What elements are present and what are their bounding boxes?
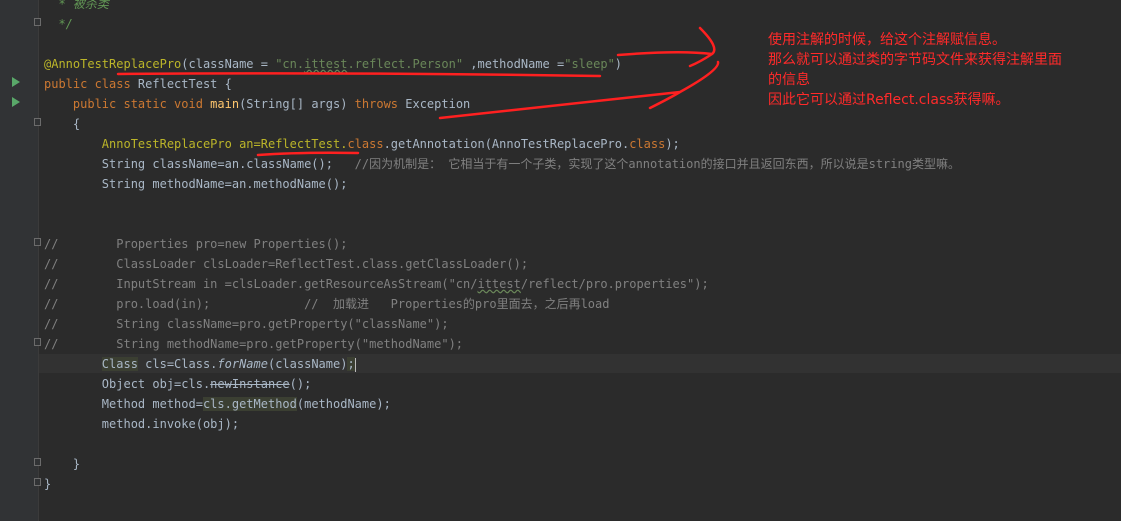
note-line: 因此它可以通过Reflect.class获得嘛。 [768, 92, 1010, 108]
code-line: */ [44, 17, 73, 31]
fold-method-end-icon[interactable] [34, 458, 41, 466]
code-line: String methodName=an.methodName(); [44, 177, 348, 191]
note-line: 那么就可以通过类的字节码文件来获得注解里面 [768, 52, 1062, 68]
string-literal: "sleep" [564, 57, 615, 71]
code-line-commented: // String className=pro.getProperty("cla… [44, 317, 449, 331]
fold-doc-icon[interactable] [34, 18, 41, 26]
code-token: ,methodName = [463, 57, 565, 71]
run-class-icon[interactable] [12, 77, 20, 87]
code-line: Method method=cls.getMethod(methodName); [44, 397, 391, 411]
code-line-commented: // Properties pro=new Properties(); [44, 237, 348, 251]
annotation-name: @AnnoTestReplacePro [44, 57, 182, 71]
code-line: } [44, 457, 81, 471]
code-line-commented: // ClassLoader clsLoader=ReflectTest.cla… [44, 257, 529, 271]
note-line: 的信息 [768, 72, 810, 88]
code-line-main: public static void main(String[] args) t… [44, 97, 471, 111]
code-line-annotation: @AnnoTestReplacePro(className = "cn.itte… [44, 54, 622, 74]
code-line: method.invoke(obj); [44, 417, 240, 431]
code-comment: //因为机制是： 它相当于有一个子类，实现了这个annotation的接口并且返… [354, 157, 960, 171]
string-literal: "cn.ittest.reflect.Person" [275, 57, 464, 71]
code-line-commented: // String methodName=pro.getProperty("me… [44, 337, 464, 351]
code-line-class: public class ReflectTest { [44, 77, 232, 91]
code-line-class-forname: Class cls=Class.forName(className); [101, 357, 356, 372]
code-line-commented: // InputStream in =clsLoader.getResource… [44, 277, 709, 291]
code-line: } [44, 477, 52, 491]
code-line-get-annotation: AnnoTestReplacePro an=ReflectTest.class.… [44, 137, 680, 151]
text-caret [354, 357, 356, 372]
fold-comment-end-icon[interactable] [34, 338, 41, 346]
code-line: * 被杀类 [44, 0, 109, 11]
code-line-commented: // pro.load(in); // 加载进 Properties的pro里面… [44, 297, 610, 311]
red-handwritten-note: 使用注解的时候，给这个注解赋信息。 那么就可以通过类的字节码文件来获得注解里面 … [768, 30, 1113, 110]
code-token: ) [614, 57, 623, 71]
fold-method-icon[interactable] [34, 118, 41, 126]
code-line: Object obj=cls.newInstance(); [44, 377, 312, 391]
fold-comment-start-icon[interactable] [34, 238, 41, 246]
code-token: (className = [181, 57, 276, 71]
editor-gutter [0, 0, 41, 521]
code-line: String className=an.className(); //因为机制是… [44, 157, 960, 171]
run-main-icon[interactable] [12, 97, 20, 107]
fold-class-end-icon[interactable] [34, 478, 41, 486]
code-line: { [44, 117, 81, 131]
note-line: 使用注解的时候，给这个注解赋信息。 [768, 32, 1006, 48]
arrow-top [616, 26, 716, 68]
